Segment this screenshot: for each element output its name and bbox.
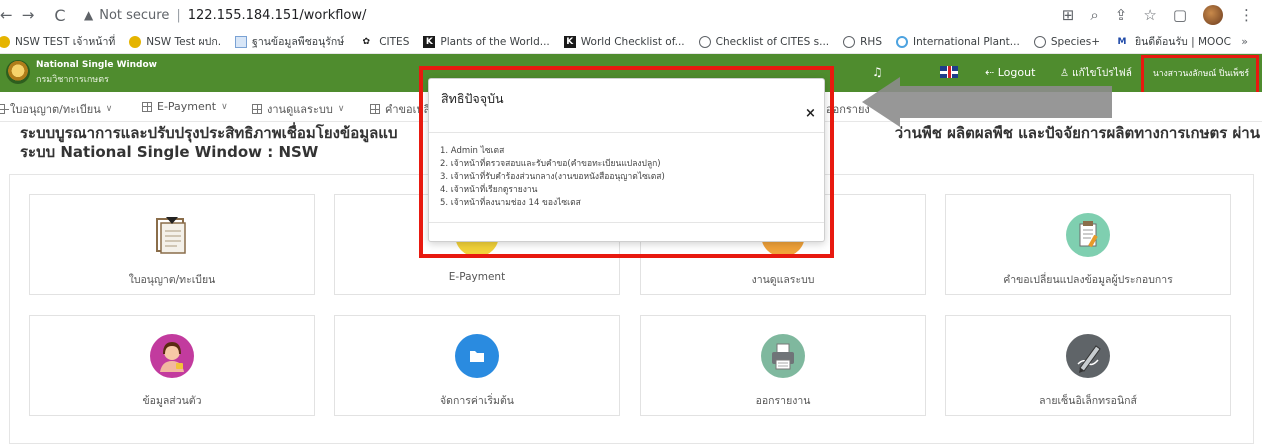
english-flag-icon[interactable] (940, 66, 958, 78)
document-icon (150, 213, 194, 257)
edit-profile-link[interactable]: ♙ แก้ไขโปรไฟล์ (1060, 66, 1132, 81)
card-label: ข้อมูลส่วนตัว (142, 395, 202, 407)
warning-icon: ▲ (84, 8, 94, 22)
current-permissions-modal: สิทธิปัจจุบัน × 1. Admin ไซเตส 2. เจ้าหน… (428, 78, 825, 242)
star-icon[interactable]: ☆ (1143, 6, 1156, 24)
menu-reports[interactable]: ออกรายง (826, 100, 870, 118)
bookmark-plant-database[interactable]: ฐานข้อมูลพืชอนุรักษ์ (235, 33, 344, 50)
translate-icon[interactable]: ⊞ (1062, 6, 1075, 24)
bookmarks-overflow-icon[interactable]: » (1241, 35, 1248, 48)
bookmark-nsw-staff[interactable]: NSW TEST เจ้าหน้าที่ (0, 33, 115, 50)
current-user-button[interactable]: นางสาวนงลักษณ์ ปิ่นเพ็ชร์ (1147, 64, 1255, 84)
user-icon: ♙ (1060, 68, 1069, 79)
bookmark-world-checklist[interactable]: K World Checklist of... (563, 35, 685, 48)
card-label: จัดการค่าเริ่มต้น (440, 395, 514, 407)
bookmark-icon-globe (698, 35, 711, 48)
close-icon[interactable]: × (805, 106, 816, 121)
bookmark-icon-globe (843, 35, 856, 48)
card-label: E-Payment (448, 271, 506, 283)
printer-icon (761, 334, 805, 378)
card-label: งานดูแลระบบ (751, 274, 815, 286)
security-label: Not secure (99, 7, 170, 23)
chevron-down-icon: ∨ (105, 104, 113, 114)
notification-bell-icon[interactable]: ♫ (872, 65, 883, 79)
permission-item: 3. เจ้าหน้าที่รับคำร้องส่วนกลาง(งานขอหนั… (440, 172, 665, 182)
bookmark-icon-nsw (129, 35, 142, 48)
bookmark-rhs[interactable]: RHS (843, 35, 882, 48)
folder-icon (455, 334, 499, 378)
share-icon[interactable]: ⇪ (1115, 6, 1128, 24)
permissions-list: 1. Admin ไซเตส 2. เจ้าหน้าที่ตรวจสอบและร… (440, 145, 665, 210)
menu-e-payment[interactable]: E-Payment ∨ (142, 100, 228, 113)
browser-actions: ⊞ ⌕ ⇪ ☆ ▢ ⋮ (1062, 5, 1254, 25)
card-licenses[interactable]: ใบอนุญาต/ทะเบียน (29, 194, 315, 295)
menu-system-admin[interactable]: งานดูแลระบบ ∨ (252, 100, 344, 118)
bookmark-icon-cites: ✿ (362, 36, 370, 47)
change-request-icon (1066, 213, 1110, 257)
reload-icon[interactable]: C (50, 6, 70, 25)
kebab-menu-icon[interactable]: ⋮ (1239, 6, 1254, 24)
bookmark-icon-k: K (563, 35, 576, 48)
logout-icon: ⇠ (985, 66, 995, 79)
card-change-request[interactable]: คำขอเปลี่ยนแปลงข้อมูลผู้ประกอบการ (945, 194, 1231, 295)
card-reports[interactable]: ออกรายงาน (640, 315, 926, 416)
permission-item: 4. เจ้าหน้าที่เรียกดูรายงาน (440, 185, 538, 195)
bookmark-plants-of-the-world[interactable]: K Plants of the World... (423, 35, 550, 48)
permission-item: 1. Admin ไซเตส (440, 146, 505, 156)
card-default-settings[interactable]: จัดการค่าเริ่มต้น (334, 315, 620, 416)
browser-toolbar: ← → C ▲ Not secure | 122.155.184.151/wor… (0, 0, 1262, 30)
sidebar-icon[interactable]: ▢ (1173, 6, 1187, 24)
bookmark-mooc[interactable]: M ยินดีต้อนรับ | MOOC (1114, 33, 1231, 50)
brand-subtitle: กรมวิชาการเกษตร (36, 75, 109, 85)
permission-item: 2. เจ้าหน้าที่ตรวจสอบและรับคำขอ(คำขอทะเบ… (440, 159, 661, 169)
menu-licenses[interactable]: ใบอนุญาต/ทะเบียน ∨ (0, 100, 112, 118)
modal-divider (429, 132, 824, 133)
modal-title: สิทธิปัจจุบัน (441, 91, 504, 106)
card-personal-info[interactable]: ข้อมูลส่วนตัว (29, 315, 315, 416)
back-arrow-icon[interactable]: ← (0, 6, 13, 24)
page-title-line1: ระบบบูรณาการและปรับปรุงประสิทธิภาพเชื่อม… (20, 124, 398, 142)
card-label: คำขอเปลี่ยนแปลงข้อมูลผู้ประกอบการ (1003, 274, 1173, 286)
permission-item: 5. เจ้าหน้าที่ลงนามช่อง 14 ของไซเตส (440, 198, 581, 208)
bookmark-nsw-operator[interactable]: NSW Test ผปก. (129, 33, 221, 50)
chevron-down-icon: ∨ (337, 104, 345, 114)
bookmark-checklist-cites[interactable]: Checklist of CITES s... (698, 35, 829, 48)
grid-icon (370, 104, 380, 114)
profile-avatar-icon[interactable] (1203, 5, 1223, 25)
logout-link[interactable]: ⇠ Logout (985, 66, 1035, 79)
divider: | (176, 7, 181, 23)
bookmarks-bar: NSW TEST เจ้าหน้าที่ NSW Test ผปก. ฐานข้… (0, 30, 1262, 54)
forward-arrow-icon[interactable]: → (18, 6, 38, 24)
grid-icon (0, 104, 9, 114)
card-label: ใบอนุญาต/ทะเบียน (128, 274, 216, 286)
url-text[interactable]: 122.155.184.151/workflow/ (188, 8, 367, 23)
user-profile-icon (150, 334, 194, 378)
bookmark-icon-globe (1033, 35, 1046, 48)
grid-icon (142, 101, 152, 112)
page-title-line1-right: ว่านพืช ผลิตผลพืช และปัจจัยการผลิตทางการ… (894, 124, 1260, 142)
bookmark-international-plant[interactable]: International Plant... (895, 35, 1020, 48)
menu-change-request[interactable]: คำขอเปลี่ (370, 100, 430, 118)
card-label: ออกรายงาน (755, 395, 811, 407)
bookmark-icon-mooc: M (1117, 36, 1127, 47)
signature-icon (1066, 334, 1110, 378)
bookmark-cites[interactable]: ✿ CITES (358, 36, 409, 48)
brand-title: National Single Window (36, 60, 157, 70)
chevron-down-icon: ∨ (221, 101, 228, 112)
card-label: ลายเซ็นอิเล็กทรอนิกส์ (1039, 395, 1137, 407)
zoom-icon[interactable]: ⌕ (1090, 6, 1098, 24)
bookmark-icon-k: K (423, 35, 436, 48)
bookmark-icon-plant (235, 35, 248, 48)
bookmark-species-plus[interactable]: Species+ (1033, 35, 1100, 48)
grid-icon (252, 104, 262, 114)
bookmark-icon-nsw (0, 35, 10, 48)
address-bar[interactable]: ▲ Not secure | 122.155.184.151/workflow/ (84, 4, 366, 26)
department-logo (6, 60, 30, 84)
modal-footer-divider (429, 222, 824, 223)
bookmark-icon-ring (895, 35, 908, 48)
card-e-signature[interactable]: ลายเซ็นอิเล็กทรอนิกส์ (945, 315, 1231, 416)
